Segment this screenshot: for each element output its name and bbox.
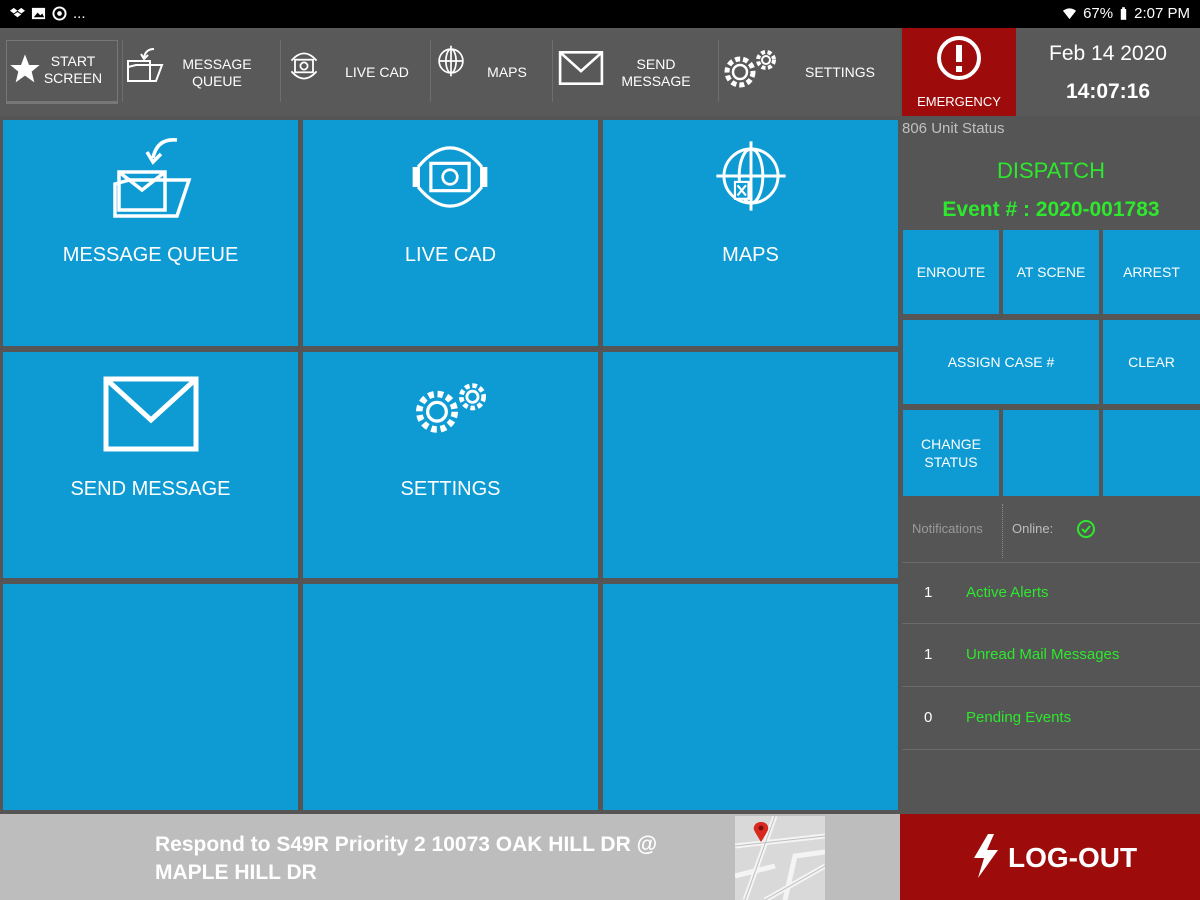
- wifi-icon: [1063, 8, 1077, 20]
- unread-mail-count: 1: [924, 646, 933, 663]
- unit-status-title: 806 Unit Status: [902, 120, 1005, 137]
- settings-button[interactable]: SETTINGS: [718, 28, 898, 116]
- arrest-label: ARREST: [1123, 264, 1180, 280]
- alert-icon: [937, 36, 981, 80]
- pending-events-label: Pending Events: [966, 709, 1072, 726]
- enroute-label: ENROUTE: [916, 264, 986, 280]
- start-screen-button[interactable]: START SCREEN: [6, 40, 118, 104]
- pending-events-row[interactable]: 0 Pending Events: [902, 688, 1200, 750]
- change-status-label: CHANGE STATUS: [921, 436, 981, 470]
- message-queue-icon: [127, 48, 164, 82]
- message-queue-tile[interactable]: MESSAGE QUEUE: [3, 120, 298, 346]
- logout-button[interactable]: LOG-OUT: [900, 814, 1200, 900]
- gears-icon: [416, 383, 487, 433]
- battery-icon: [1120, 7, 1127, 20]
- message-queue-label: MESSAGE QUEUE: [182, 56, 252, 89]
- send-message-tile[interactable]: SEND MESSAGE: [3, 352, 298, 578]
- empty-tile: [603, 352, 898, 578]
- message-queue-icon: [113, 138, 192, 218]
- start-screen-label: START SCREEN: [43, 53, 103, 86]
- online-label: Online:: [1012, 521, 1054, 536]
- logout-label: LOG-OUT: [1008, 842, 1138, 873]
- maps-button[interactable]: MAPS: [430, 28, 552, 116]
- envelope-icon: [103, 376, 199, 452]
- live-cad-icon: [290, 52, 318, 80]
- dropbox-icon: [10, 7, 25, 18]
- mini-map[interactable]: [735, 816, 825, 900]
- notifications-row: Notifications Online:: [902, 500, 1200, 560]
- dispatch-message-bar: Respond to S49R Priority 2 10073 OAK HIL…: [0, 814, 900, 900]
- map-thumbnail-icon: [735, 816, 825, 900]
- clear-button[interactable]: CLEAR: [1103, 320, 1200, 404]
- settings-tile-label: SETTINGS: [400, 478, 501, 500]
- live-cad-icon: [412, 146, 488, 208]
- clock: Feb 14 2020 14:07:16: [1016, 28, 1200, 116]
- notifications-label: Notifications: [912, 521, 983, 536]
- unread-mail-label: Unread Mail Messages: [966, 646, 1120, 663]
- live-cad-label: LIVE CAD: [345, 64, 409, 80]
- emergency-label: EMERGENCY: [917, 94, 1001, 109]
- send-message-tile-label: SEND MESSAGE: [70, 478, 231, 500]
- empty-status-button: [1003, 410, 1099, 496]
- assign-case-button[interactable]: ASSIGN CASE #: [903, 320, 1099, 404]
- envelope-icon: [558, 51, 604, 85]
- clock-date: Feb 14 2020: [1049, 42, 1167, 65]
- gears-icon: [724, 50, 776, 88]
- dispatch-status: DISPATCH: [997, 158, 1105, 183]
- at-scene-label: AT SCENE: [1016, 264, 1086, 280]
- status-overflow: ...: [73, 5, 86, 22]
- system-time: 2:07 PM: [1134, 5, 1190, 22]
- dispatch-message: Respond to S49R Priority 2 10073 OAK HIL…: [155, 833, 658, 884]
- settings-label: SETTINGS: [804, 64, 875, 80]
- toolbar: START SCREEN MESSAGE QUEUE LIVE CAD MAPS: [0, 28, 900, 116]
- notifications-divider: [1002, 504, 1003, 558]
- maps-tile-label: MAPS: [722, 244, 779, 266]
- send-message-button[interactable]: SEND MESSAGE: [552, 28, 718, 116]
- change-status-button[interactable]: CHANGE STATUS: [903, 410, 999, 496]
- system-status-bar: ... 67% 2:07 PM: [0, 0, 1200, 28]
- online-check-icon: [1077, 520, 1095, 538]
- maps-tile[interactable]: MAPS: [603, 120, 898, 346]
- vpn-icon: [52, 6, 67, 21]
- globe-icon: [716, 141, 786, 211]
- pending-events-count: 0: [924, 709, 933, 726]
- battery-percent: 67%: [1083, 5, 1114, 22]
- live-cad-tile[interactable]: LIVE CAD: [303, 120, 598, 346]
- event-number: Event # : 2020-001783: [942, 198, 1160, 221]
- settings-tile[interactable]: SETTINGS: [303, 352, 598, 578]
- active-alerts-count: 1: [924, 584, 933, 601]
- emergency-button[interactable]: EMERGENCY: [902, 28, 1016, 116]
- empty-tile: [603, 584, 898, 810]
- clear-label: CLEAR: [1128, 354, 1175, 370]
- live-cad-button[interactable]: LIVE CAD: [280, 28, 430, 116]
- lightning-icon: [974, 834, 998, 878]
- message-queue-button[interactable]: MESSAGE QUEUE: [122, 28, 280, 116]
- assign-case-label: ASSIGN CASE #: [947, 354, 1055, 370]
- empty-tile: [3, 584, 298, 810]
- maps-label: MAPS: [487, 64, 527, 80]
- message-queue-tile-label: MESSAGE QUEUE: [62, 244, 239, 266]
- enroute-button[interactable]: ENROUTE: [903, 230, 999, 314]
- star-icon: [10, 54, 40, 83]
- arrest-button[interactable]: ARREST: [1103, 230, 1200, 314]
- live-cad-tile-label: LIVE CAD: [404, 244, 497, 266]
- active-alerts-label: Active Alerts: [966, 584, 1049, 601]
- active-alerts-row[interactable]: 1 Active Alerts: [902, 562, 1200, 624]
- image-icon: [31, 7, 46, 20]
- empty-status-button: [1103, 410, 1200, 496]
- send-message-label: SEND MESSAGE: [621, 56, 691, 89]
- clock-time: 14:07:16: [1065, 80, 1151, 103]
- globe-icon: [438, 45, 464, 77]
- unread-mail-row[interactable]: 1 Unread Mail Messages: [902, 625, 1200, 687]
- at-scene-button[interactable]: AT SCENE: [1003, 230, 1099, 314]
- empty-tile: [303, 584, 598, 810]
